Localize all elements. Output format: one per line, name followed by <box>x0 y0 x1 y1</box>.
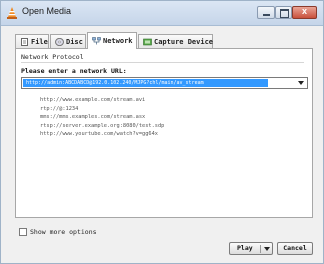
maximize-button[interactable] <box>275 6 292 19</box>
chevron-down-icon[interactable] <box>298 81 304 85</box>
tab-capture-device[interactable]: Capture Device <box>138 34 213 48</box>
play-dropdown-icon[interactable] <box>264 247 270 251</box>
network-url-label: Please enter a network URL: <box>21 67 127 75</box>
disc-icon <box>55 38 64 46</box>
tab-network[interactable]: Network <box>87 32 137 49</box>
tab-file-label: File <box>31 38 48 46</box>
play-button-label: Play <box>237 244 253 252</box>
close-button[interactable]: x <box>292 6 317 19</box>
tab-disc[interactable]: Disc <box>50 34 86 48</box>
tab-capture-device-label: Capture Device <box>154 38 214 46</box>
tab-file[interactable]: File <box>15 34 49 48</box>
url-example: http://www.example.com/stream.avi <box>40 97 146 103</box>
file-icon <box>21 38 28 46</box>
minimize-button[interactable] <box>257 6 275 19</box>
network-url-value: http://admin:ABCDABCD@192.0.102.240/MJPG… <box>26 80 204 86</box>
show-more-checkbox[interactable] <box>19 228 27 236</box>
tab-disc-label: Disc <box>66 38 83 46</box>
title-bar[interactable]: Open Media x <box>1 1 323 26</box>
window-title: Open Media <box>22 6 72 16</box>
play-button[interactable]: Play <box>229 242 273 255</box>
url-examples: http://www.example.com/stream.avi rtp://… <box>40 96 164 139</box>
open-media-dialog: Open Media x File Disc Network Capture D… <box>0 0 324 264</box>
tab-network-label: Network <box>103 37 133 45</box>
network-icon <box>92 37 101 45</box>
url-example: mms://mms.examples.com/stream.asx <box>40 114 146 120</box>
cancel-button[interactable]: Cancel <box>277 242 313 255</box>
network-panel: Network Protocol Please enter a network … <box>15 48 313 218</box>
url-example: rtsp://server.example.org:8080/test.sdp <box>40 122 165 129</box>
network-url-input[interactable]: http://admin:ABCDABCD@192.0.102.240/MJPG… <box>21 77 308 89</box>
tab-bar: File Disc Network Capture Device <box>15 32 315 49</box>
close-icon: x <box>301 6 307 16</box>
group-divider <box>21 62 304 63</box>
vlc-cone-icon <box>7 7 17 19</box>
url-example: rtp://@:1234 <box>40 105 79 112</box>
url-example: http://www.yourtube.com/watch?v=gg64x <box>40 131 158 137</box>
network-protocol-title: Network Protocol <box>21 53 84 61</box>
show-more-label: Show more options <box>30 228 97 236</box>
play-button-separator <box>260 245 261 253</box>
capture-device-icon <box>143 38 152 46</box>
